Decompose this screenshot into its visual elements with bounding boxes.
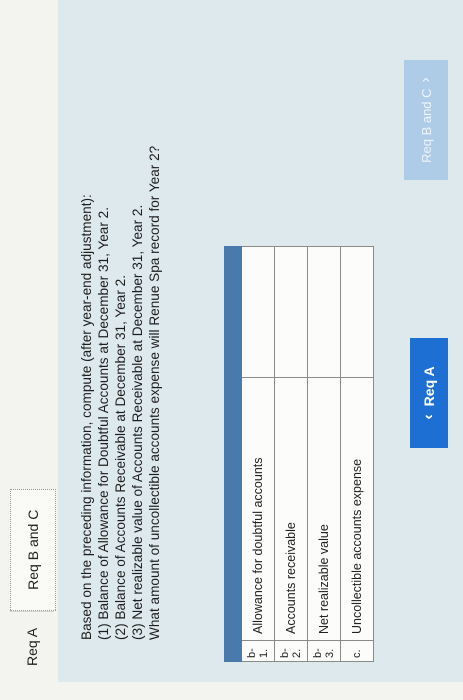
table-row: b-3. Net realizable value	[307, 246, 341, 662]
tab-req-a[interactable]: Req A	[10, 610, 54, 682]
prev-button-label: Req A	[421, 366, 437, 407]
screen: Req A Req B and C Based on the preceding…	[0, 0, 463, 700]
row-code: c.	[340, 640, 374, 662]
table-row: b-2. Accounts receivable	[274, 246, 308, 662]
answer-table: b-1. Allowance for doubtful accounts b-2…	[224, 246, 374, 662]
table-row: b-1. Allowance for doubtful accounts	[241, 246, 275, 662]
row-code: b-3.	[307, 640, 341, 662]
prev-req-a-button[interactable]: ‹ Req A	[410, 338, 448, 448]
chevron-left-icon: ‹	[420, 414, 437, 420]
row-label: Uncollectible accounts expense	[340, 377, 374, 641]
chevron-right-icon: ›	[417, 77, 434, 83]
tab-req-b-and-c[interactable]: Req B and C	[10, 488, 56, 611]
accounts-receivable-input[interactable]	[274, 246, 308, 378]
table-header-cell	[224, 246, 242, 378]
table-header-row	[224, 246, 242, 662]
table-header-cell	[224, 377, 242, 641]
next-button-label: Req B and C	[418, 88, 434, 163]
row-code: b-1.	[241, 640, 275, 662]
question-line: (1) Balance of Allowance for Doubtful Ac…	[96, 207, 111, 640]
table-header-cell	[224, 640, 242, 662]
question-line: Based on the preceding information, comp…	[79, 194, 94, 640]
question-line: (2) Balance of Accounts Receivable at De…	[113, 275, 128, 640]
rotated-content: Req A Req B and C Based on the preceding…	[0, 0, 463, 700]
next-req-b-and-c-button[interactable]: Req B and C ›	[404, 60, 448, 180]
row-label: Allowance for doubtful accounts	[241, 377, 275, 641]
row-label: Accounts receivable	[274, 377, 308, 641]
question-line: What amount of uncollectible accounts ex…	[147, 145, 162, 640]
net-realizable-value-input[interactable]	[307, 246, 341, 378]
table-row: c. Uncollectible accounts expense	[340, 246, 374, 662]
question-text: Based on the preceding information, comp…	[78, 30, 163, 640]
tab-bar: Req A Req B and C	[10, 488, 56, 682]
row-code: b-2.	[274, 640, 308, 662]
uncollectible-expense-input[interactable]	[340, 246, 374, 378]
question-line: (3) Net realizable value of Accounts Rec…	[130, 204, 145, 640]
allowance-input[interactable]	[241, 246, 275, 378]
row-label: Net realizable value	[307, 377, 341, 641]
